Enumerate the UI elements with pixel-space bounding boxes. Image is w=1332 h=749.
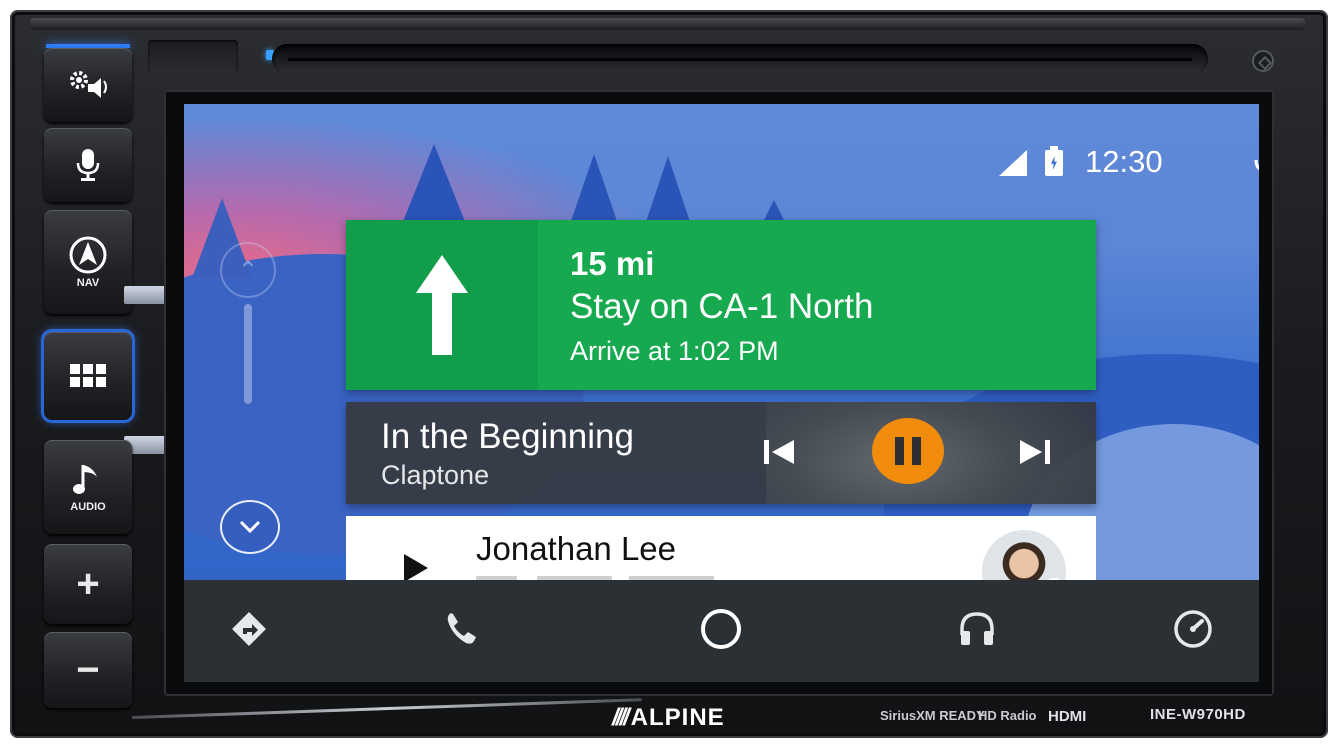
pause-icon xyxy=(912,437,921,465)
microphone-icon xyxy=(76,149,100,181)
clock: 12:30 xyxy=(1085,144,1163,179)
top-rim xyxy=(30,18,1305,30)
model-number: INE-W970HD xyxy=(1150,706,1246,723)
nav-music-button[interactable] xyxy=(954,606,1000,652)
nav-distance: 15 mi xyxy=(570,245,655,282)
play-icon[interactable] xyxy=(404,554,428,582)
artist-name: Claptone xyxy=(381,460,490,490)
exit-gauge-icon xyxy=(1174,610,1212,648)
nav-directions-button[interactable] xyxy=(226,606,272,652)
top-left-panel xyxy=(148,40,238,74)
song-title: In the Beginning xyxy=(381,417,634,456)
arrow-up-icon xyxy=(416,255,468,355)
microphone-icon[interactable] xyxy=(1251,142,1259,182)
eject-icon[interactable] xyxy=(1252,50,1274,72)
media-card[interactable]: In the Beginning Claptone xyxy=(346,402,1096,504)
headphones-icon xyxy=(960,612,994,645)
brand-logo: ////ALPINE xyxy=(612,704,725,731)
settings-audio-button[interactable] xyxy=(44,48,132,122)
apps-button[interactable] xyxy=(44,332,132,420)
skip-next-icon[interactable] xyxy=(1016,434,1056,470)
pause-button[interactable] xyxy=(872,418,944,484)
bottom-nav-bar xyxy=(184,580,1259,682)
volume-down-button[interactable]: − xyxy=(44,632,132,708)
cell-signal-icon xyxy=(999,150,1027,176)
chevron-down-icon xyxy=(239,520,261,534)
nav-button-label: NAV xyxy=(76,277,100,289)
chevron-up-icon: ⌃ xyxy=(237,256,259,284)
siriusxm-badge: SiriusXM READY xyxy=(880,708,985,723)
nav-instruction: Stay on CA-1 North xyxy=(570,287,874,326)
gear-speaker-icon xyxy=(70,71,107,98)
scroll-down-button[interactable] xyxy=(220,500,280,554)
direction-panel xyxy=(346,220,538,390)
scroll-indicator[interactable] xyxy=(244,304,252,404)
music-note-icon xyxy=(73,465,97,494)
directions-icon xyxy=(232,612,266,646)
navigation-card[interactable]: 15 mi Stay on CA-1 North Arrive at 1:02 … xyxy=(346,220,1096,390)
hd-radio-badge: HD Radio xyxy=(978,708,1037,723)
status-bar: 12:30 xyxy=(859,104,1259,224)
plus-icon: + xyxy=(76,561,100,606)
navigation-details: 15 mi Stay on CA-1 North Arrive at 1:02 … xyxy=(538,220,1096,390)
hard-button-column: NAV AUDIO + − xyxy=(36,36,180,716)
wallpaper-tree xyxy=(764,200,784,220)
pause-icon xyxy=(895,437,904,465)
wallpaper-tree xyxy=(646,156,690,222)
scroll-up-button[interactable]: ⌃ xyxy=(220,242,276,298)
app-grid-icon xyxy=(70,364,106,387)
home-circle-icon xyxy=(701,609,741,649)
nav-phone-button[interactable] xyxy=(440,606,486,652)
battery-charging-icon xyxy=(1045,146,1063,176)
skip-previous-icon[interactable] xyxy=(758,434,798,470)
nav-eta: Arrive at 1:02 PM xyxy=(570,336,779,366)
navigation-arrow-icon xyxy=(69,236,107,274)
volume-up-button[interactable]: + xyxy=(44,544,132,624)
wallpaper-tree xyxy=(402,144,466,224)
nav-home-button[interactable] xyxy=(698,606,744,652)
audio-button[interactable]: AUDIO xyxy=(44,440,132,534)
audio-button-label: AUDIO xyxy=(70,501,106,513)
wallpaper-tree xyxy=(570,154,618,224)
android-auto-screen: 12:30 ⌃ 15 mi Stay on CA-1 North Arrive … xyxy=(184,104,1259,682)
voice-button[interactable] xyxy=(44,128,132,202)
minus-icon: − xyxy=(76,647,100,692)
phone-icon xyxy=(447,613,476,644)
disc-slot xyxy=(272,44,1208,74)
hdmi-badge: HDMI xyxy=(1048,708,1087,725)
nav-button[interactable]: NAV xyxy=(44,210,132,314)
nav-exit-button[interactable] xyxy=(1170,606,1216,652)
contact-name: Jonathan Lee xyxy=(476,530,677,567)
